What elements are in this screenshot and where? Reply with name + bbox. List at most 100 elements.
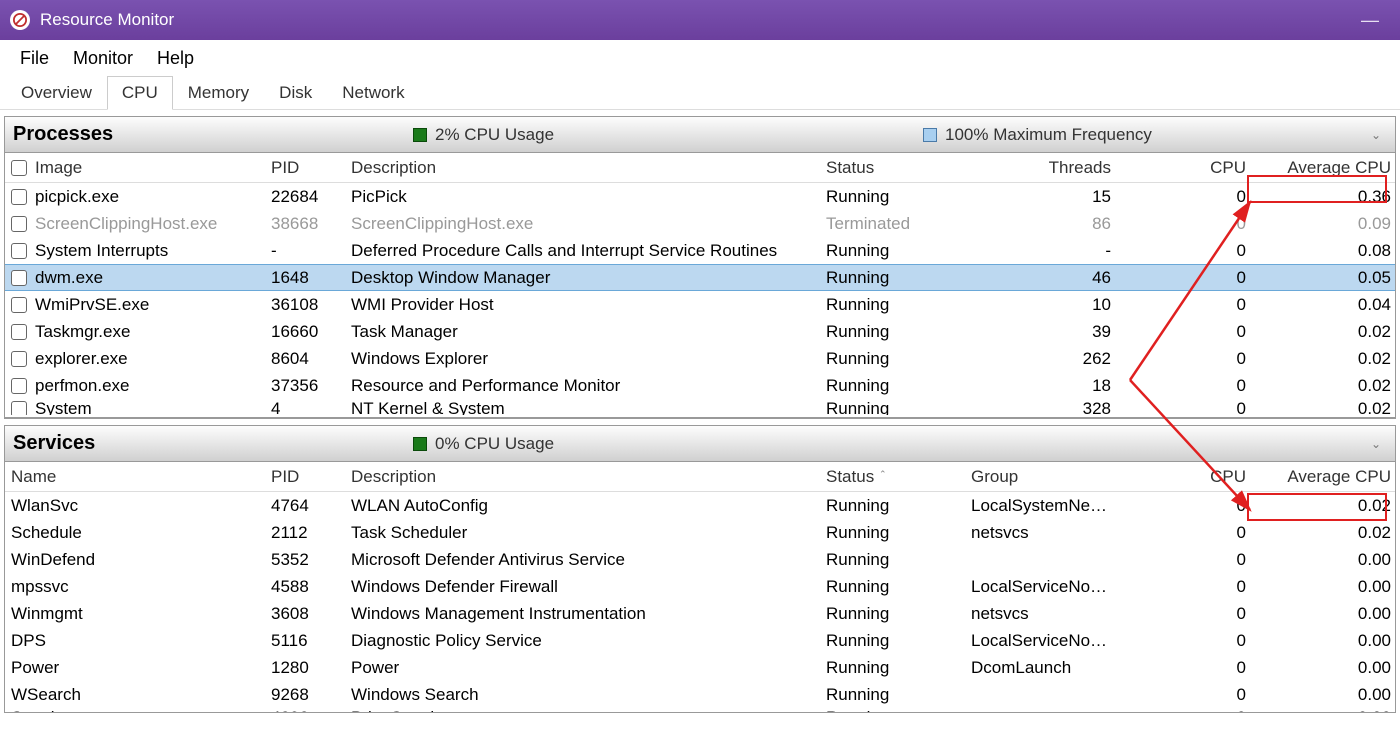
cell-status: Running [826,322,971,342]
row-checkbox[interactable] [11,216,27,232]
service-row[interactable]: Power1280PowerRunningDcomLaunch00.00 [5,654,1395,681]
menu-file[interactable]: File [8,44,61,73]
collapse-icon[interactable]: ⌄ [1371,128,1387,142]
tab-memory[interactable]: Memory [173,76,264,109]
col-description[interactable]: Description [351,467,826,487]
cell-description: Power [351,658,826,678]
service-row[interactable]: DPS5116Diagnostic Policy ServiceRunningL… [5,627,1395,654]
service-row[interactable]: Spooler4892Print SpoolerRunning00.00 [5,708,1395,712]
cell-avg-cpu: 0.00 [1246,685,1391,705]
cell-description: Windows Management Instrumentation [351,604,826,624]
process-row[interactable]: System Interrupts-Deferred Procedure Cal… [5,237,1395,264]
process-row[interactable]: Taskmgr.exe16660Task ManagerRunning3900.… [5,318,1395,345]
cell-image: perfmon.exe [11,376,271,396]
menu-help[interactable]: Help [145,44,206,73]
col-name[interactable]: Name [11,467,271,487]
cell-status: Running [826,631,971,651]
service-row[interactable]: mpssvc4588Windows Defender FirewallRunni… [5,573,1395,600]
service-row[interactable]: Schedule2112Task SchedulerRunningnetsvcs… [5,519,1395,546]
window-title: Resource Monitor [40,10,1350,30]
row-checkbox[interactable] [11,243,27,259]
row-checkbox[interactable] [11,351,27,367]
cell-status: Running [826,187,971,207]
cell-status: Running [826,399,971,415]
col-pid[interactable]: PID [271,467,351,487]
cpu-chip-icon [413,437,427,451]
cell-cpu: 0 [1111,604,1246,624]
process-row[interactable]: dwm.exe1648Desktop Window ManagerRunning… [5,264,1395,291]
cell-cpu: 0 [1111,349,1246,369]
col-threads[interactable]: Threads [971,158,1111,178]
process-row[interactable]: perfmon.exe37356Resource and Performance… [5,372,1395,399]
processes-header[interactable]: Processes 2% CPU Usage 100% Maximum Freq… [5,117,1395,153]
max-freq-stat: 100% Maximum Frequency [923,125,1152,145]
titlebar: Resource Monitor — [0,0,1400,40]
menu-monitor[interactable]: Monitor [61,44,145,73]
service-row[interactable]: WSearch9268Windows SearchRunning00.00 [5,681,1395,708]
cell-cpu: 0 [1111,214,1246,234]
row-checkbox[interactable] [11,401,27,415]
process-row[interactable]: ScreenClippingHost.exe38668ScreenClippin… [5,210,1395,237]
row-checkbox[interactable] [11,324,27,340]
row-checkbox[interactable] [11,189,27,205]
service-row[interactable]: Winmgmt3608Windows Management Instrument… [5,600,1395,627]
cell-group: LocalServiceNo… [971,631,1111,651]
tab-network[interactable]: Network [327,76,419,109]
cell-pid: 3608 [271,604,351,624]
col-status[interactable]: Status [826,158,971,178]
cell-threads: 10 [971,295,1111,315]
collapse-icon[interactable]: ⌄ [1371,437,1387,451]
cell-threads: 46 [971,268,1111,288]
cell-description: Windows Search [351,685,826,705]
col-status[interactable]: Status ⌃ [826,467,971,487]
cell-description: Task Scheduler [351,523,826,543]
process-row[interactable]: picpick.exe22684PicPickRunning1500.36 [5,183,1395,210]
select-all-checkbox[interactable] [11,160,27,176]
cell-name: WinDefend [11,550,271,570]
row-checkbox[interactable] [11,270,27,286]
col-avg-cpu[interactable]: Average CPU [1246,467,1391,487]
cell-avg-cpu: 0.02 [1246,322,1391,342]
cell-description: Resource and Performance Monitor [351,376,826,396]
cell-group: LocalServiceNo… [971,577,1111,597]
col-group[interactable]: Group [971,467,1111,487]
cell-pid: 16660 [271,322,351,342]
cpu-usage-stat: 2% CPU Usage [413,125,923,145]
cell-pid: 5352 [271,550,351,570]
service-row[interactable]: WinDefend5352Microsoft Defender Antiviru… [5,546,1395,573]
services-columns: Name PID Description Status ⌃ Group CPU … [5,462,1395,492]
col-cpu[interactable]: CPU [1111,467,1246,487]
col-cpu[interactable]: CPU [1111,158,1246,178]
cell-avg-cpu: 0.02 [1246,399,1391,415]
tab-overview[interactable]: Overview [6,76,107,109]
process-row[interactable]: System4NT Kernel & SystemRunning32800.02 [5,399,1395,415]
col-avg-cpu[interactable]: Average CPU [1246,158,1391,178]
cell-description: WLAN AutoConfig [351,496,826,516]
tab-cpu[interactable]: CPU [107,76,173,110]
cell-cpu: 0 [1111,631,1246,651]
cell-avg-cpu: 0.02 [1246,496,1391,516]
cell-avg-cpu: 0.00 [1246,631,1391,651]
cell-group: LocalSystemNe… [971,496,1111,516]
minimize-button[interactable]: — [1350,10,1390,31]
cell-cpu: 0 [1111,268,1246,288]
col-image[interactable]: Image [11,158,271,178]
cell-image: System [11,399,271,415]
cell-pid: 4892 [271,708,351,712]
tab-disk[interactable]: Disk [264,76,327,109]
col-description[interactable]: Description [351,158,826,178]
services-header[interactable]: Services 0% CPU Usage ⌄ [5,426,1395,462]
service-row[interactable]: WlanSvc4764WLAN AutoConfigRunningLocalSy… [5,492,1395,519]
cell-pid: 9268 [271,685,351,705]
cell-description: Task Manager [351,322,826,342]
cell-avg-cpu: 0.00 [1246,577,1391,597]
cell-status: Running [826,496,971,516]
process-row[interactable]: explorer.exe8604Windows ExplorerRunning2… [5,345,1395,372]
svc-cpu-usage-stat: 0% CPU Usage [413,434,923,454]
row-checkbox[interactable] [11,297,27,313]
process-row[interactable]: WmiPrvSE.exe36108WMI Provider HostRunnin… [5,291,1395,318]
row-checkbox[interactable] [11,378,27,394]
col-pid[interactable]: PID [271,158,351,178]
cell-avg-cpu: 0.36 [1246,187,1391,207]
cell-avg-cpu: 0.00 [1246,604,1391,624]
